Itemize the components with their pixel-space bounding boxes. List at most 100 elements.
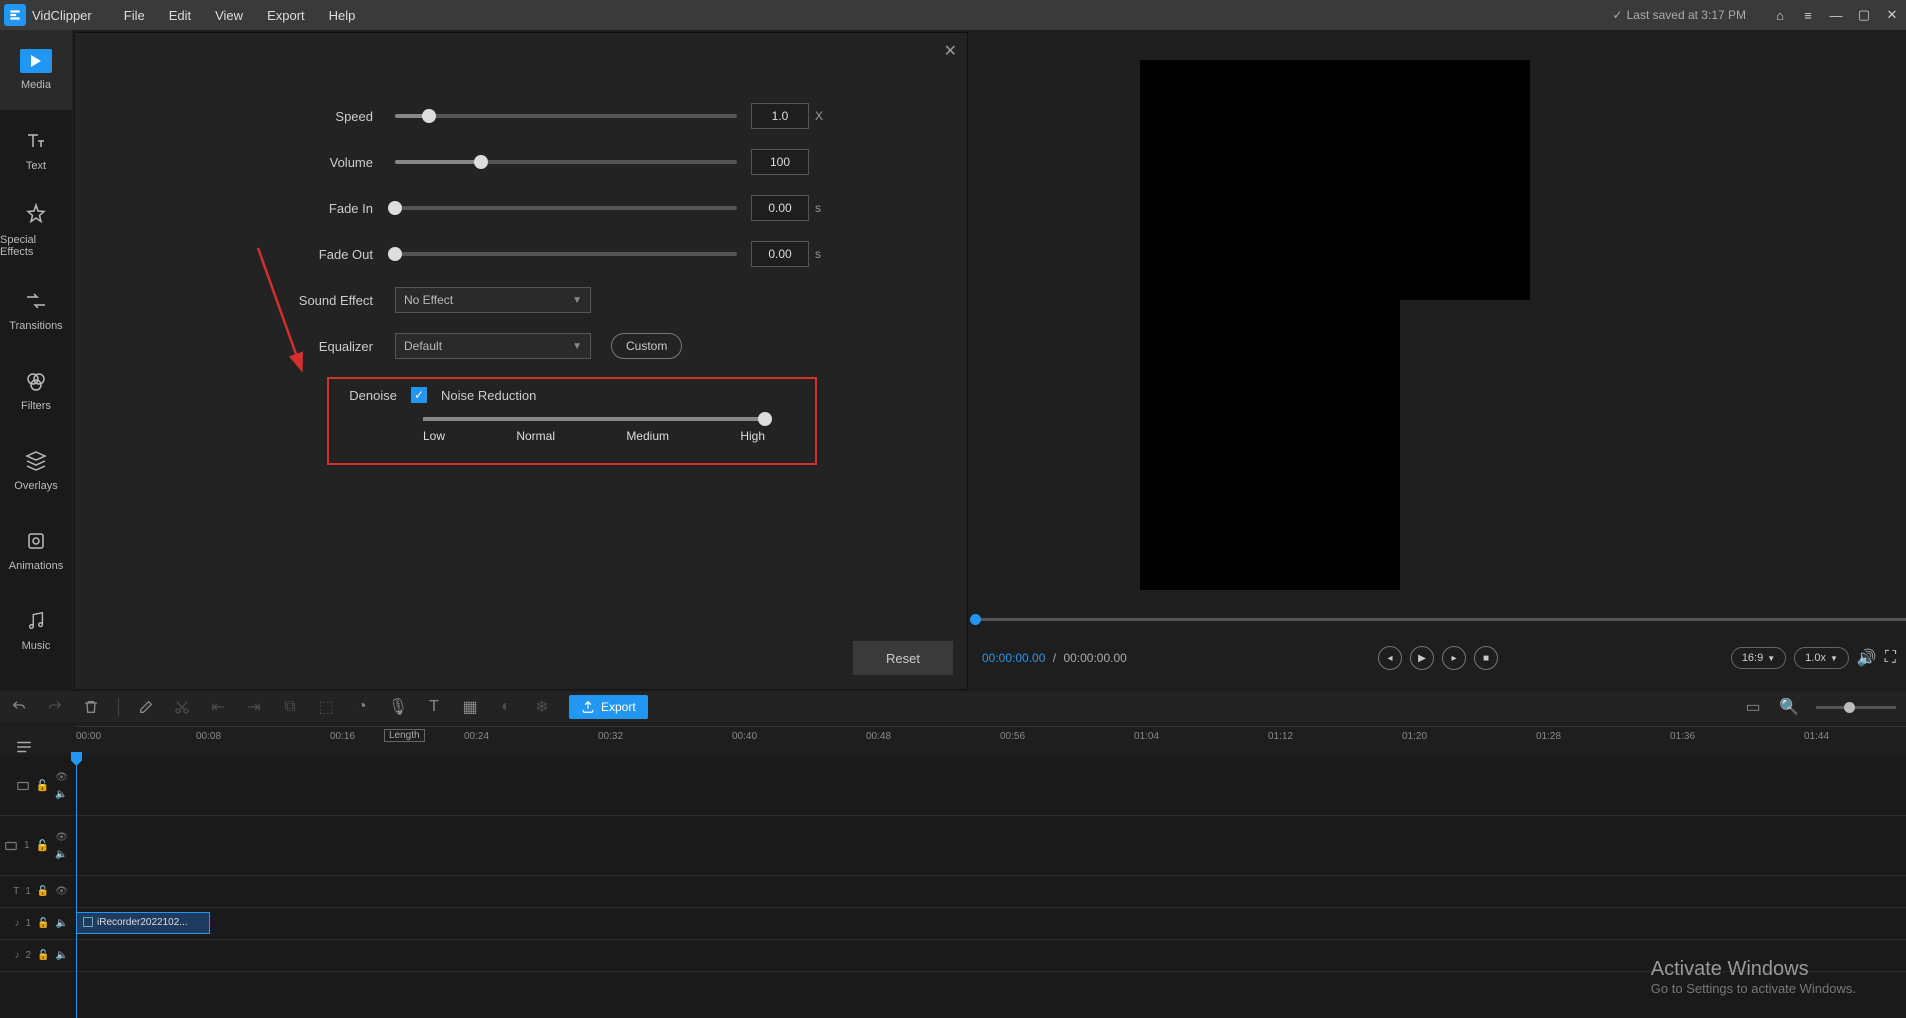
next-frame-button[interactable]: ▸: [1442, 646, 1466, 670]
volume-slider[interactable]: [395, 160, 737, 164]
lock-icon[interactable]: 🔓: [37, 918, 49, 929]
windows-activation-watermark: Activate Windows Go to Settings to activ…: [1651, 958, 1856, 996]
close-window-icon[interactable]: ✕: [1882, 5, 1902, 25]
speed-slider[interactable]: [395, 114, 737, 118]
chevron-down-icon: ▼: [572, 341, 582, 352]
denoise-level-normal: Normal: [516, 429, 555, 443]
speaker-icon[interactable]: 🔈: [56, 950, 68, 961]
menu-export[interactable]: Export: [255, 0, 317, 30]
video-track-1[interactable]: 🔓 👁 🔈: [0, 756, 1906, 816]
sidebar-item-animations[interactable]: Animations: [0, 510, 72, 590]
cut-icon[interactable]: [173, 698, 191, 716]
ruler-tick: 00:08: [196, 731, 221, 742]
menu-view[interactable]: View: [203, 0, 255, 30]
lock-icon[interactable]: 🔓: [36, 839, 50, 852]
audio-clip[interactable]: iRecorder2022102...: [76, 912, 210, 934]
ruler-tick: 00:32: [598, 731, 623, 742]
trim-start-icon[interactable]: ⇤: [209, 698, 227, 716]
lock-icon[interactable]: 🔓: [36, 779, 50, 792]
sidebar-item-filters[interactable]: Filters: [0, 350, 72, 430]
menu-help[interactable]: Help: [317, 0, 368, 30]
sidebar-item-effects[interactable]: Special Effects: [0, 190, 72, 270]
label-speed: Speed: [75, 109, 395, 124]
menu-file[interactable]: File: [112, 0, 157, 30]
eye-icon[interactable]: 👁: [55, 772, 68, 783]
overlays-icon: [23, 448, 49, 474]
track-menu-icon[interactable]: [8, 736, 40, 758]
reset-button[interactable]: Reset: [853, 641, 953, 675]
hamburger-icon[interactable]: ≡: [1798, 5, 1818, 25]
color-icon[interactable]: ◐: [497, 698, 515, 716]
menu-bar: VidClipper File Edit View Export Help ✓ …: [0, 0, 1906, 30]
undo-icon[interactable]: [10, 698, 28, 716]
lock-icon[interactable]: 🔓: [37, 886, 49, 897]
video-track-2[interactable]: 1 🔓 👁 🔈: [0, 816, 1906, 876]
fadeout-input[interactable]: [751, 241, 809, 267]
volume-input[interactable]: [751, 149, 809, 175]
fadein-slider[interactable]: [395, 206, 737, 210]
sidebar-item-overlays[interactable]: Overlays: [0, 430, 72, 510]
edit-icon[interactable]: [137, 698, 155, 716]
audio-track-1[interactable]: ♪ 1 🔓 🔈 iRecorder2022102...: [0, 908, 1906, 940]
fit-icon[interactable]: ▭: [1744, 698, 1762, 716]
equalizer-select[interactable]: Default ▼: [395, 333, 591, 359]
trim-end-icon[interactable]: ⇥: [245, 698, 263, 716]
eye-icon[interactable]: 👁: [55, 886, 68, 897]
home-icon[interactable]: ⌂: [1770, 5, 1790, 25]
freeze-icon[interactable]: ❄: [533, 698, 551, 716]
sidebar-item-media[interactable]: Media: [0, 30, 72, 110]
timeline-zoom-slider[interactable]: [1816, 706, 1896, 709]
speaker-icon[interactable]: 🔈: [55, 789, 68, 800]
minimize-icon[interactable]: —: [1826, 5, 1846, 25]
fullscreen-icon[interactable]: ⛶: [1885, 649, 1896, 667]
fadeout-slider[interactable]: [395, 252, 737, 256]
stop-button[interactable]: ■: [1474, 646, 1498, 670]
sidebar: Media Text Special Effects Transitions F…: [0, 30, 72, 690]
prev-frame-button[interactable]: ◂: [1378, 646, 1402, 670]
sidebar-item-music[interactable]: Music: [0, 590, 72, 670]
denoise-checkbox[interactable]: ✓: [411, 387, 427, 403]
timeline-toolbar: ⇤ ⇥ ⧉ ⬚ ◔ 🎙 T ▦ ◐ ❄ Export ▭ 🔍: [0, 692, 1906, 722]
sidebar-label-media: Media: [21, 79, 51, 91]
audio-track-2[interactable]: ♪ 2 🔓 🔈: [0, 940, 1906, 972]
ruler-length-tag: Length: [384, 729, 425, 742]
export-icon: [581, 700, 595, 714]
delete-icon[interactable]: [82, 698, 100, 716]
timeline-ruler[interactable]: 00:00 00:08 00:16 Length 00:24 00:32 00:…: [76, 726, 1906, 752]
equalizer-custom-button[interactable]: Custom: [611, 333, 682, 359]
speed-icon[interactable]: ◔: [353, 698, 371, 716]
volume-icon[interactable]: 🔊: [1857, 648, 1877, 668]
fadein-input[interactable]: [751, 195, 809, 221]
speaker-icon[interactable]: 🔈: [56, 918, 68, 929]
label-sound-effect: Sound Effect: [75, 293, 395, 308]
close-panel-icon[interactable]: ✕: [944, 41, 957, 61]
aspect-ratio-select[interactable]: 16:9▼: [1731, 647, 1786, 669]
sidebar-item-text[interactable]: Text: [0, 110, 72, 190]
crop-icon[interactable]: ⬚: [317, 698, 335, 716]
zoom-icon[interactable]: 🔍: [1780, 698, 1798, 716]
maximize-icon[interactable]: ▢: [1854, 5, 1874, 25]
eye-icon[interactable]: 👁: [55, 832, 68, 843]
export-button[interactable]: Export: [569, 695, 648, 719]
copy-icon[interactable]: ⧉: [281, 698, 299, 716]
speed-input[interactable]: [751, 103, 809, 129]
menu-edit[interactable]: Edit: [157, 0, 203, 30]
denoise-level-slider[interactable]: [423, 417, 765, 421]
play-button[interactable]: ▶: [1410, 646, 1434, 670]
mosaic-icon[interactable]: ▦: [461, 698, 479, 716]
label-fadein: Fade In: [75, 201, 395, 216]
preview-scrubber[interactable]: [970, 618, 1906, 621]
text-track[interactable]: T 1 🔓 👁: [0, 876, 1906, 908]
text-icon: [23, 128, 49, 154]
sidebar-item-transitions[interactable]: Transitions: [0, 270, 72, 350]
voiceover-icon[interactable]: 🎙: [389, 698, 407, 716]
lock-icon[interactable]: 🔓: [37, 950, 49, 961]
redo-icon[interactable]: [46, 698, 64, 716]
effects-icon: [23, 202, 49, 228]
playback-speed-select[interactable]: 1.0x▼: [1794, 647, 1849, 669]
playhead-line[interactable]: [76, 756, 77, 1018]
text-tool-icon[interactable]: T: [425, 698, 443, 716]
speaker-icon[interactable]: 🔈: [55, 849, 68, 860]
sound-effect-select[interactable]: No Effect ▼: [395, 287, 591, 313]
sidebar-label-text: Text: [26, 160, 46, 172]
